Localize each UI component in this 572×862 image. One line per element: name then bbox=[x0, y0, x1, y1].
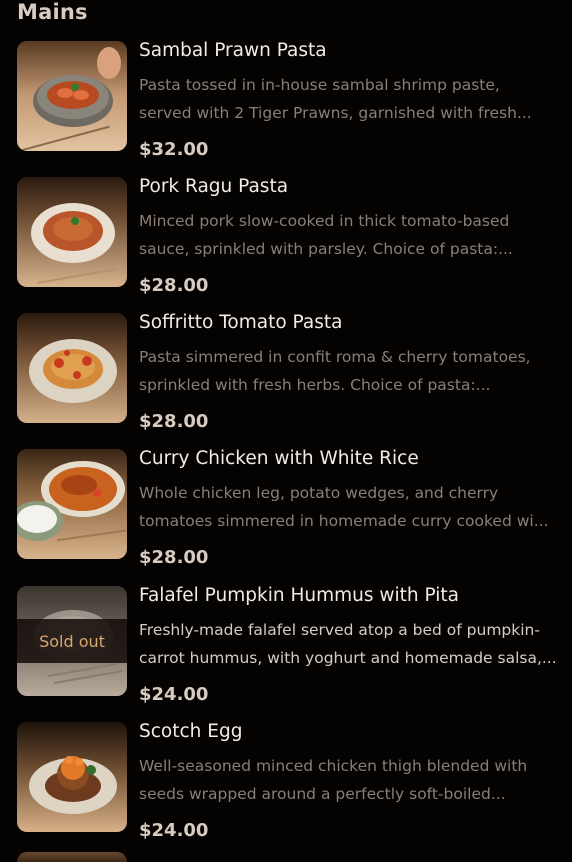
menu-item-sambal-prawn-pasta[interactable]: Sambal Prawn Pasta Pasta tossed in in-ho… bbox=[0, 40, 572, 169]
item-description: Freshly-made falafel served atop a bed o… bbox=[139, 621, 557, 667]
section-title: Mains bbox=[17, 0, 88, 24]
item-price: $24.00 bbox=[139, 820, 209, 841]
item-price: $28.00 bbox=[139, 547, 209, 568]
food-photo[interactable]: Sold out bbox=[17, 586, 127, 696]
item-name: Scotch Egg bbox=[139, 721, 243, 742]
item-description: Pasta simmered in confit roma & cherry t… bbox=[139, 348, 531, 394]
item-name: Sambal Prawn Pasta bbox=[139, 40, 327, 61]
next-item-thumbnail-peek bbox=[17, 852, 127, 862]
sold-out-badge: Sold out bbox=[17, 619, 127, 663]
menu-item-scotch-egg[interactable]: Scotch Egg Well-seasoned minced chicken … bbox=[0, 721, 572, 850]
dish-image bbox=[17, 722, 127, 832]
menu-item-curry-chicken[interactable]: Curry Chicken with White Rice Whole chic… bbox=[0, 448, 572, 577]
dish-image bbox=[17, 313, 127, 423]
food-photo[interactable] bbox=[17, 177, 127, 287]
food-photo[interactable] bbox=[17, 313, 127, 423]
item-price: $32.00 bbox=[139, 139, 209, 160]
menu-item-pork-ragu-pasta[interactable]: Pork Ragu Pasta Minced pork slow-cooked … bbox=[0, 176, 572, 305]
item-name: Pork Ragu Pasta bbox=[139, 176, 289, 197]
item-description: Minced pork slow-cooked in thick tomato-… bbox=[139, 212, 513, 258]
item-description: Well-seasoned minced chicken thigh blend… bbox=[139, 757, 528, 803]
item-price: $28.00 bbox=[139, 275, 209, 296]
dish-image bbox=[17, 449, 127, 559]
dish-image bbox=[17, 177, 127, 287]
sold-out-overlay: Sold out bbox=[17, 586, 127, 696]
item-name: Soffritto Tomato Pasta bbox=[139, 312, 343, 333]
dish-image bbox=[17, 41, 127, 151]
item-price: $28.00 bbox=[139, 411, 209, 432]
item-price: $24.00 bbox=[139, 684, 209, 705]
item-description: Whole chicken leg, potato wedges, and ch… bbox=[139, 484, 549, 530]
menu-item-falafel-pumpkin-hummus[interactable]: Sold out Falafel Pumpkin Hummus with Pit… bbox=[0, 585, 572, 714]
food-photo[interactable] bbox=[17, 449, 127, 559]
food-photo[interactable] bbox=[17, 722, 127, 832]
item-name: Falafel Pumpkin Hummus with Pita bbox=[139, 585, 459, 606]
item-name: Curry Chicken with White Rice bbox=[139, 448, 419, 469]
food-photo[interactable] bbox=[17, 41, 127, 151]
item-description: Pasta tossed in in-house sambal shrimp p… bbox=[139, 76, 532, 122]
menu-item-soffritto-tomato-pasta[interactable]: Soffritto Tomato Pasta Pasta simmered in… bbox=[0, 312, 572, 441]
